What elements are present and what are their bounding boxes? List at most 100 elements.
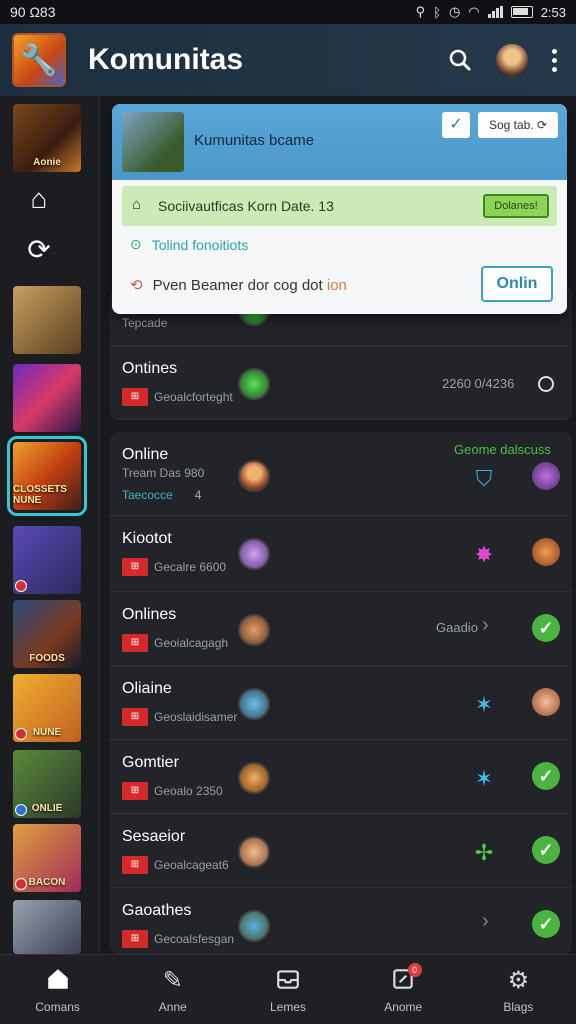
chevron-right-icon[interactable]: › bbox=[482, 614, 489, 637]
refresh-icon[interactable]: ⟳ bbox=[22, 232, 56, 266]
list-item-sub-text: Geoslaidisamer bbox=[154, 710, 238, 724]
list-item[interactable]: Onlines ⊞ Geoialcagagh Gaadio › ✓ bbox=[110, 592, 572, 666]
nav-item-anome[interactable]: 0 Anome bbox=[346, 955, 461, 1024]
tag-badge: ⊞ bbox=[122, 634, 148, 652]
popup-strip-text: Sociivautficas Korn Date. 13 bbox=[158, 198, 334, 214]
signal-icon bbox=[487, 6, 503, 18]
avatar bbox=[238, 836, 270, 868]
notification-popup[interactable]: Kumunitas bcame ✓ Sog tab. ⟳ ⌂ Sociivaut… bbox=[112, 104, 567, 314]
app-root: 90 Ω83 ⚲ ᛒ ◷ ◠ 2:53 🔧 Komunitas Aonie ⌂ … bbox=[0, 0, 576, 1024]
avatar bbox=[238, 368, 270, 400]
popup-header: Kumunitas bcame ✓ Sog tab. ⟳ bbox=[112, 104, 567, 180]
alarm-icon: ◷ bbox=[449, 4, 461, 19]
sidebar-game-2[interactable] bbox=[13, 286, 81, 354]
list-item-subtitle: ⊞ Geoalo 2350 bbox=[122, 782, 223, 800]
nav-label: Lemes bbox=[269, 999, 307, 1014]
check-icon[interactable]: ✓ bbox=[532, 836, 560, 864]
sidebar-game-label: Aonie bbox=[33, 157, 61, 168]
list-item-title: Kiootot bbox=[122, 530, 172, 547]
popup-line-2: ⟲ Pven Beamer dor cog dot ion bbox=[130, 276, 347, 295]
list-item[interactable]: Oliaine ⊞ Geoslaidisamer ✶ bbox=[110, 666, 572, 740]
status-icons: ⚲ ᛒ ◷ ◠ 2:53 bbox=[416, 4, 566, 20]
edit-icon: ✎ bbox=[162, 966, 183, 994]
list-item[interactable]: Online Tream Das 980 Taecocce 4 Geome dal… bbox=[110, 432, 572, 516]
tag-badge: ⊞ bbox=[122, 782, 148, 800]
sidebar-game-9[interactable]: BACON bbox=[13, 824, 81, 892]
popup-line-2-accent: ion bbox=[326, 276, 347, 294]
badge-icon bbox=[15, 878, 27, 890]
wifi-icon: ◠ bbox=[468, 4, 480, 19]
sidebar-game-5[interactable] bbox=[13, 526, 81, 594]
popup-thumbnail bbox=[122, 112, 184, 172]
list-item-title: Gomtier bbox=[122, 754, 179, 771]
game-sidebar: Aonie ⌂ ⟳ CLOSSETS NUNE FOODS NUNE ONLIE… bbox=[0, 96, 100, 954]
home-icon bbox=[45, 966, 71, 994]
list-item-subtitle: ⊞ Geoslaidisamer bbox=[122, 708, 237, 726]
popup-header-button-label: Sog tab. bbox=[488, 118, 534, 132]
check-icon[interactable]: ✓ bbox=[532, 614, 560, 642]
list-item-meta: Gaadio bbox=[436, 620, 478, 635]
nav-item-comans[interactable]: Comans bbox=[0, 955, 115, 1024]
nav-item-lemes[interactable]: Lemes bbox=[230, 955, 345, 1024]
star-icon: ✶ bbox=[474, 692, 494, 717]
sidebar-game-3[interactable] bbox=[13, 364, 81, 432]
list-item[interactable]: Ontines ⊞ Geoalcforteght 2260 0/4236 bbox=[110, 346, 572, 420]
sidebar-game-6[interactable]: FOODS bbox=[13, 600, 81, 668]
online-button[interactable]: Onlin bbox=[481, 266, 553, 302]
list-item[interactable]: Gaoathes ⊞ Gecoalsfesgan › ✓ bbox=[110, 888, 572, 954]
avatar bbox=[532, 462, 560, 490]
list-group-2: Online Tream Das 980 Taecocce 4 Geome dal… bbox=[110, 432, 572, 954]
list-item[interactable]: Kiootot ⊞ Gecalre 6600 ✸ bbox=[110, 516, 572, 592]
notification-badge: 0 bbox=[407, 963, 422, 977]
inbox-icon bbox=[275, 966, 301, 994]
sidebar-game-label: CLOSSETS NUNE bbox=[13, 484, 67, 506]
home-icon[interactable]: ⌂ bbox=[22, 182, 56, 216]
app-logo[interactable]: 🔧 bbox=[12, 33, 66, 87]
list-item-subtitle: ⊞ Geoalcforteght bbox=[122, 388, 233, 406]
avatar bbox=[238, 910, 270, 942]
popup-title: Kumunitas bcame bbox=[194, 132, 315, 149]
house-icon: ⌂ bbox=[132, 196, 142, 213]
search-icon[interactable] bbox=[440, 40, 480, 80]
bottom-navigation: Comans ✎ Anne Lemes 0 Anome ⚙ Blags bbox=[0, 954, 576, 1024]
check-icon[interactable]: ✓ bbox=[532, 910, 560, 938]
nav-item-anne[interactable]: ✎ Anne bbox=[115, 955, 230, 1024]
check-icon[interactable]: ✓ bbox=[442, 112, 470, 138]
list-item[interactable]: Sesaeior ⊞ Geoalcageat6 ✢ ✓ bbox=[110, 814, 572, 888]
leaf-icon: ✢ bbox=[474, 840, 494, 865]
nav-label: Blags bbox=[503, 999, 534, 1014]
nav-item-blags[interactable]: ⚙ Blags bbox=[461, 955, 576, 1024]
star-icon: ✶ bbox=[474, 766, 494, 791]
sidebar-game-8[interactable]: ONLIE bbox=[13, 750, 81, 818]
app-header: 🔧 Komunitas bbox=[0, 24, 576, 96]
list-item-subtitle: ⊞ Gecalre 6600 bbox=[122, 558, 226, 576]
avatar bbox=[238, 460, 270, 492]
popup-strip-button[interactable]: Dolanes! bbox=[483, 194, 549, 218]
list-item-sub-text: Geoalcforteght bbox=[154, 390, 233, 404]
sidebar-game-10[interactable] bbox=[13, 900, 81, 954]
list-item-subtitle: Tream Das 980 bbox=[122, 466, 205, 480]
sidebar-game-1[interactable]: Aonie bbox=[13, 104, 81, 172]
tag-badge: ⊞ bbox=[122, 856, 148, 874]
nav-label: Comans bbox=[35, 999, 80, 1014]
sidebar-game-7[interactable]: NUNE bbox=[13, 674, 81, 742]
settings-icon: ⚙ bbox=[507, 966, 530, 994]
popup-header-button[interactable]: Sog tab. ⟳ bbox=[478, 112, 558, 138]
more-vertical-icon[interactable] bbox=[544, 48, 564, 72]
list-item[interactable]: Gomtier ⊞ Geoalo 2350 ✶ ✓ bbox=[110, 740, 572, 814]
radio-icon[interactable] bbox=[538, 376, 554, 392]
list-item-sub-text: Geoalo 2350 bbox=[154, 784, 223, 798]
list-item-status: Geome dalscuss bbox=[454, 442, 551, 457]
page-title: Komunitas bbox=[88, 43, 244, 76]
sidebar-game-label: BACON bbox=[28, 877, 66, 888]
chevron-right-icon[interactable]: › bbox=[482, 910, 489, 933]
status-bar: 90 Ω83 ⚲ ᛒ ◷ ◠ 2:53 bbox=[0, 0, 576, 24]
list-item-sub-text: Taecocce bbox=[122, 488, 173, 502]
sidebar-game-4[interactable]: CLOSSETS NUNE bbox=[7, 436, 87, 516]
user-avatar[interactable] bbox=[496, 44, 528, 76]
check-icon[interactable]: ✓ bbox=[532, 762, 560, 790]
list-item-subtitle-2: Taecocce 4 bbox=[122, 488, 202, 502]
list-item-sub-text: Geoalcageat6 bbox=[154, 858, 229, 872]
avatar bbox=[238, 614, 270, 646]
battery-icon bbox=[510, 6, 533, 18]
